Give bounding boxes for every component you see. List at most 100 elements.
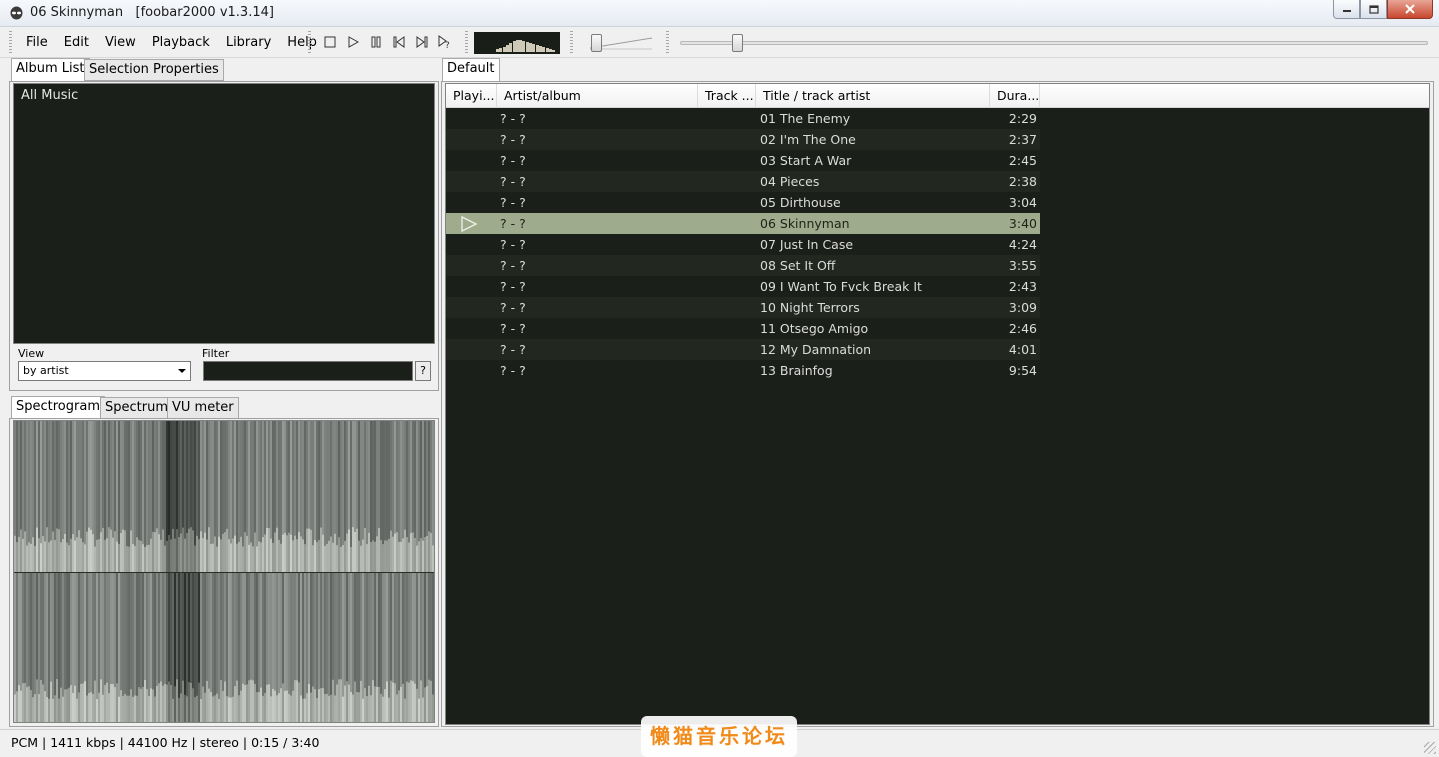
spectrogram-low-band xyxy=(202,686,204,722)
spectrogram-low-band xyxy=(364,688,366,722)
spectrogram-low-band xyxy=(60,542,62,572)
toolbar-grip[interactable] xyxy=(465,31,468,53)
table-row[interactable]: ? - ? 11 Otsego Amigo 2:46 xyxy=(446,318,1040,339)
tab-playlist-default[interactable]: Default xyxy=(442,58,500,82)
spectrogram-low-band xyxy=(236,680,238,722)
table-row[interactable]: ? - ? 03 Start A War 2:45 xyxy=(446,150,1040,171)
spectrogram-low-band xyxy=(24,683,26,722)
spectrogram-low-band xyxy=(280,688,282,722)
spectrogram-low-band xyxy=(264,534,266,572)
spectrogram[interactable] xyxy=(13,420,435,723)
tab-album-list[interactable]: Album List xyxy=(11,58,90,82)
pause-button[interactable] xyxy=(364,33,387,51)
seek-thumb[interactable] xyxy=(732,34,744,52)
table-row[interactable]: ? - ? 04 Pieces 2:38 xyxy=(446,171,1040,192)
spectrogram-low-band xyxy=(46,527,48,572)
previous-button[interactable] xyxy=(387,33,410,51)
spectrogram-low-band xyxy=(306,528,308,572)
view-select[interactable]: by artist xyxy=(18,361,191,381)
playlist-view[interactable]: Playi... Artist/album Track ... Title / … xyxy=(445,83,1430,725)
spectrogram-low-band xyxy=(252,546,254,572)
table-row[interactable]: ? - ? 06 Skinnyman 3:40 xyxy=(446,213,1040,234)
spectrogram-low-band xyxy=(206,680,208,722)
table-row[interactable]: ? - ? 02 I'm The One 2:37 xyxy=(446,129,1040,150)
minimize-icon xyxy=(1342,10,1351,12)
menu-file[interactable]: File xyxy=(18,34,56,52)
spectrogram-low-band xyxy=(68,687,70,722)
column-artist-album[interactable]: Artist/album xyxy=(497,84,698,108)
minimize-button[interactable] xyxy=(1333,0,1360,19)
spectrogram-low-band xyxy=(78,530,80,572)
column-playing[interactable]: Playi... xyxy=(446,84,497,108)
spectrogram-low-band xyxy=(316,698,318,722)
next-button[interactable] xyxy=(410,33,433,51)
spectrogram-low-band xyxy=(228,539,230,572)
album-list-tree[interactable]: All Music xyxy=(13,83,435,344)
spectrogram-low-band xyxy=(230,697,232,722)
spectrogram-low-band xyxy=(256,546,258,572)
spectrogram-low-band xyxy=(332,542,334,572)
resize-grip[interactable] xyxy=(1424,742,1436,754)
cell-duration: 4:24 xyxy=(1008,237,1037,252)
table-row[interactable]: ? - ? 10 Night Terrors 3:09 xyxy=(446,297,1040,318)
volume-thumb[interactable] xyxy=(591,34,603,52)
spectrogram-low-band xyxy=(288,693,290,722)
spectrogram-low-band xyxy=(150,688,152,722)
spectrogram-low-band xyxy=(242,546,244,572)
spectrogram-low-band xyxy=(182,680,184,722)
spectrogram-low-band xyxy=(218,698,220,722)
spectrogram-low-band xyxy=(290,695,292,722)
cell-artist-album: ? - ? xyxy=(500,237,526,252)
table-row[interactable]: ? - ? 07 Just In Case 4:24 xyxy=(446,234,1040,255)
table-row[interactable]: ? - ? 05 Dirthouse 3:04 xyxy=(446,192,1040,213)
column-duration[interactable]: Dura... xyxy=(990,84,1040,108)
spectrogram-low-band xyxy=(384,540,386,572)
spectrogram-low-band xyxy=(172,698,174,722)
spectrogram-low-band xyxy=(276,527,278,572)
spectrogram-low-band xyxy=(368,685,370,722)
tab-spectrum[interactable]: Spectrum xyxy=(100,397,173,419)
spectrogram-low-band xyxy=(98,539,100,572)
play-button[interactable] xyxy=(341,33,364,51)
column-title[interactable]: Title / track artist xyxy=(756,84,990,108)
tab-vu-meter[interactable]: VU meter xyxy=(167,397,239,419)
tab-spectrogram[interactable]: Spectrogram xyxy=(11,396,105,420)
volume-slider[interactable] xyxy=(588,34,654,52)
menu-view[interactable]: View xyxy=(97,34,144,52)
filter-help-button[interactable]: ? xyxy=(415,361,431,381)
spectrogram-low-band xyxy=(24,531,26,572)
toolbar-grip[interactable] xyxy=(570,31,573,53)
table-row[interactable]: ? - ? 09 I Want To Fvck Break It 2:43 xyxy=(446,276,1040,297)
spectrogram-low-band xyxy=(270,538,272,572)
menu-edit[interactable]: Edit xyxy=(56,34,97,52)
spectrogram-low-band xyxy=(418,541,420,572)
table-row[interactable]: ? - ? 08 Set It Off 3:55 xyxy=(446,255,1040,276)
spectrogram-low-band xyxy=(156,528,158,572)
stop-button[interactable] xyxy=(318,33,341,51)
menu-library[interactable]: Library xyxy=(218,34,279,52)
toolbar-grip[interactable] xyxy=(666,31,669,53)
cell-artist-album: ? - ? xyxy=(500,321,526,336)
table-row[interactable]: ? - ? 13 Brainfog 9:54 xyxy=(446,360,1040,381)
spectrogram-low-band xyxy=(392,536,394,572)
menu-playback[interactable]: Playback xyxy=(144,34,218,52)
mini-spectrum-visualizer[interactable] xyxy=(474,32,560,54)
filter-input[interactable] xyxy=(203,361,413,381)
album-list-root[interactable]: All Music xyxy=(21,88,78,103)
random-button[interactable]: ? xyxy=(433,33,456,51)
maximize-button[interactable] xyxy=(1360,0,1387,19)
spectrogram-low-band xyxy=(304,544,306,572)
cell-artist-album: ? - ? xyxy=(500,300,526,315)
toolbar-grip[interactable] xyxy=(308,31,311,53)
spectrogram-low-band xyxy=(334,533,336,572)
alien-icon[interactable] xyxy=(9,6,24,21)
toolbar-grip[interactable] xyxy=(9,31,12,53)
seek-bar[interactable] xyxy=(680,34,1428,52)
tab-selection-properties[interactable]: Selection Properties xyxy=(84,59,224,81)
table-row[interactable]: ? - ? 01 The Enemy 2:29 xyxy=(446,108,1040,129)
column-track[interactable]: Track ... xyxy=(698,84,756,108)
spectrogram-low-band xyxy=(292,690,294,722)
spectrogram-low-band xyxy=(174,538,176,572)
close-button[interactable] xyxy=(1387,0,1433,19)
table-row[interactable]: ? - ? 12 My Damnation 4:01 xyxy=(446,339,1040,360)
